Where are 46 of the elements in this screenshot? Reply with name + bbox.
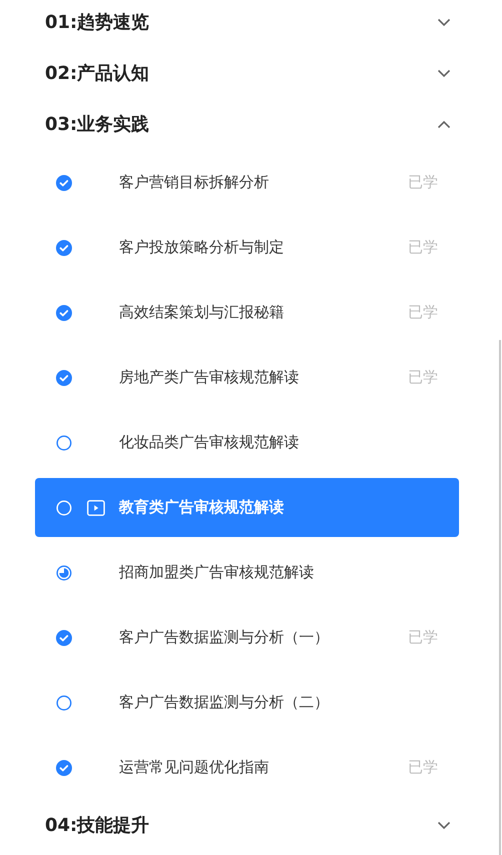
check-circle-icon — [56, 630, 72, 646]
lesson-item[interactable]: 客户广告数据监测与分析（二） — [35, 673, 459, 732]
section-title: 04:技能提升 — [45, 814, 150, 838]
section-title: 02:产品认知 — [45, 62, 150, 86]
lesson-item[interactable]: 客户广告数据监测与分析（一） 已学 — [35, 608, 459, 667]
lesson-item[interactable]: 运营常见问题优化指南 已学 — [35, 738, 459, 797]
learned-label: 已学 — [408, 757, 438, 778]
lesson-title: 教育类广告审核规范解读 — [119, 497, 285, 518]
lesson-title: 客户营销目标拆解分析 — [119, 172, 270, 194]
lesson-item[interactable]: 高效结案策划与汇报秘籍 已学 — [35, 283, 459, 342]
section-title: 03:业务实践 — [45, 113, 150, 137]
check-circle-icon — [56, 370, 72, 386]
section-header[interactable]: 02:产品认知 — [35, 48, 459, 99]
scrollbar[interactable] — [499, 340, 501, 855]
lesson-title: 房地产类广告审核规范解读 — [119, 367, 300, 388]
lesson-item[interactable]: 招商加盟类广告审核规范解读 — [35, 543, 459, 602]
section-title: 01:趋势速览 — [45, 11, 150, 35]
lesson-title: 运营常见问题优化指南 — [119, 757, 270, 778]
section-header[interactable]: 04:技能提升 — [35, 800, 459, 851]
check-circle-icon — [56, 240, 72, 256]
lesson-item[interactable]: 房地产类广告审核规范解读 已学 — [35, 348, 459, 407]
circle-icon — [56, 434, 72, 450]
lesson-item[interactable]: 客户营销目标拆解分析 已学 — [35, 153, 459, 212]
play-icon — [87, 500, 105, 516]
progress-circle-icon — [56, 564, 72, 580]
section-header[interactable]: 01:趋势速览 — [35, 0, 459, 48]
lesson-title: 高效结案策划与汇报秘籍 — [119, 302, 285, 324]
check-circle-icon — [56, 304, 72, 320]
learned-label: 已学 — [408, 367, 438, 388]
learned-label: 已学 — [408, 172, 438, 194]
learned-label: 已学 — [408, 237, 438, 258]
lesson-title: 客户广告数据监测与分析（二） — [119, 692, 330, 714]
lesson-item[interactable]: 客户投放策略分析与制定 已学 — [35, 218, 459, 277]
circle-icon — [56, 694, 72, 710]
check-circle-icon — [56, 174, 72, 190]
section-header[interactable]: 03:业务实践 — [35, 99, 459, 150]
check-circle-icon — [56, 760, 72, 776]
lesson-item[interactable]: 化妆品类广告审核规范解读 — [35, 413, 459, 472]
lesson-title: 客户广告数据监测与分析（一） — [119, 627, 330, 648]
circle-icon — [56, 500, 72, 516]
learned-label: 已学 — [408, 302, 438, 324]
learned-label: 已学 — [408, 627, 438, 648]
lesson-title: 化妆品类广告审核规范解读 — [119, 432, 300, 454]
lesson-title: 招商加盟类广告审核规范解读 — [119, 562, 315, 584]
lesson-item[interactable]: 教育类广告审核规范解读 — [35, 478, 459, 537]
lesson-title: 客户投放策略分析与制定 — [119, 237, 285, 258]
